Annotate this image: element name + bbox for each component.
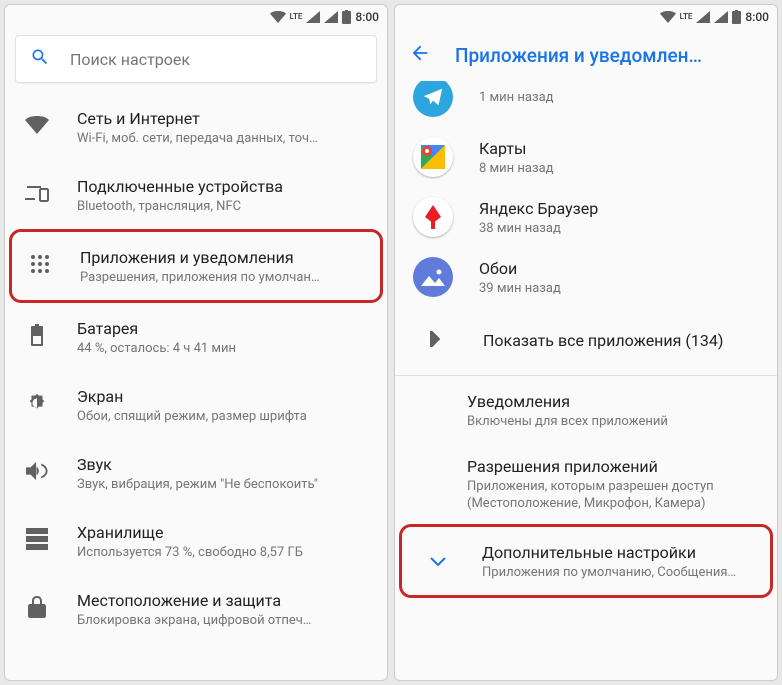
apps-icon — [30, 254, 50, 278]
lte-label: LTE — [680, 13, 693, 21]
show-all-apps[interactable]: Показать все приложения (134) — [395, 307, 777, 375]
search-icon — [30, 47, 50, 71]
app-row-wallpapers[interactable]: Обои 39 мин назад — [395, 247, 777, 307]
section-title: Уведомления — [467, 391, 763, 413]
settings-item-display[interactable]: Экран Обои, спящий режим, размер шрифта — [5, 371, 387, 439]
item-sub: Bluetooth, трансляция, NFC — [77, 198, 373, 215]
phone-left: LTE 8:00 Поиск настроек Сеть и Интернет … — [4, 4, 388, 681]
app-bar: Приложения и уведомлен… — [395, 29, 777, 81]
wifi-icon — [660, 11, 676, 23]
battery-icon — [31, 324, 43, 350]
section-permissions[interactable]: Разрешения приложений Приложения, которы… — [395, 444, 777, 524]
settings-item-security[interactable]: Местоположение и защита Блокировка экран… — [5, 575, 387, 643]
app-name: Яндекс Браузер — [479, 198, 763, 220]
settings-list: Сеть и Интернет Wi-Fi, моб. сети, переда… — [5, 93, 387, 680]
battery-icon — [732, 10, 741, 24]
section-notifications[interactable]: Уведомления Включены для всех приложений — [395, 376, 777, 444]
item-title: Экран — [77, 386, 373, 408]
highlight-box: Приложения и уведомления Разрешения, при… — [9, 229, 383, 303]
app-sub: 1 мин назад — [479, 89, 763, 106]
signal-icon — [324, 11, 338, 23]
app-row-maps[interactable]: Карты 8 мин назад — [395, 127, 777, 187]
maps-icon — [413, 137, 453, 177]
telegram-icon — [413, 81, 453, 117]
section-sub: Приложения, которым разрешен доступ (Мес… — [467, 478, 763, 512]
storage-icon — [26, 528, 48, 554]
apps-list: 1 мин назад Карты 8 мин назад Яндекс Бра… — [395, 81, 777, 680]
item-sub: Звук, вибрация, режим "Не беспокоить" — [77, 476, 373, 493]
item-title: Батарея — [77, 318, 373, 340]
signal-icon — [696, 11, 710, 23]
app-row-yandex[interactable]: Яндекс Браузер 38 мин назад — [395, 187, 777, 247]
section-advanced[interactable]: Дополнительные настройки Приложения по у… — [402, 527, 770, 595]
item-title: Местоположение и защита — [77, 590, 373, 612]
signal-icon — [714, 11, 728, 23]
lock-icon — [28, 596, 46, 622]
settings-item-storage[interactable]: Хранилище Используется 73 %, свободно 8,… — [5, 507, 387, 575]
highlight-box: Дополнительные настройки Приложения по у… — [399, 524, 773, 598]
settings-item-sound[interactable]: Звук Звук, вибрация, режим "Не беспокоит… — [5, 439, 387, 507]
item-sub: Используется 73 %, свободно 8,57 ГБ — [77, 544, 373, 561]
signal-icon — [306, 11, 320, 23]
section-sub: Включены для всех приложений — [467, 413, 763, 430]
wifi-icon — [270, 11, 286, 23]
app-row-telegram[interactable]: 1 мин назад — [395, 81, 777, 127]
settings-item-battery[interactable]: Батарея 44 %, осталось: 4 ч 41 мин — [5, 303, 387, 371]
volume-icon — [26, 461, 48, 485]
section-title: Дополнительные настройки — [482, 542, 756, 564]
app-name: Обои — [479, 258, 763, 280]
search-placeholder: Поиск настроек — [70, 50, 190, 69]
item-title: Подключенные устройства — [77, 176, 373, 198]
yandex-icon — [413, 197, 453, 237]
settings-item-network[interactable]: Сеть и Интернет Wi-Fi, моб. сети, переда… — [5, 93, 387, 161]
chevron-right-icon — [430, 331, 440, 351]
lte-label: LTE — [290, 13, 303, 21]
chevron-down-icon — [430, 552, 446, 571]
section-sub: Приложения по умолчанию, Сообщения… — [482, 564, 756, 581]
battery-icon — [342, 10, 351, 24]
item-title: Хранилище — [77, 522, 373, 544]
item-title: Сеть и Интернет — [77, 108, 373, 130]
show-all-label: Показать все приложения (134) — [483, 330, 763, 352]
item-sub: Разрешения, приложения по умолчан… — [80, 269, 366, 286]
settings-item-connected[interactable]: Подключенные устройства Bluetooth, транс… — [5, 161, 387, 229]
section-title: Разрешения приложений — [467, 456, 763, 478]
item-sub: 44 %, осталось: 4 ч 41 мин — [77, 340, 373, 357]
item-sub: Wi-Fi, моб. сети, передача данных, точ… — [77, 130, 373, 147]
brightness-icon — [26, 392, 48, 418]
item-title: Звук — [77, 454, 373, 476]
app-name: Карты — [479, 138, 763, 160]
app-sub: 38 мин назад — [479, 220, 763, 237]
app-sub: 39 мин назад — [479, 280, 763, 297]
status-bar: LTE 8:00 — [5, 5, 387, 29]
clock-label: 8:00 — [355, 10, 379, 24]
item-sub: Обои, спящий режим, размер шрифта — [77, 408, 373, 425]
item-sub: Блокировка экрана, цифровой отпеч… — [77, 612, 373, 629]
settings-item-apps[interactable]: Приложения и уведомления Разрешения, при… — [12, 232, 380, 300]
app-sub: 8 мин назад — [479, 160, 763, 177]
status-bar: LTE 8:00 — [395, 5, 777, 29]
phone-right: LTE 8:00 Приложения и уведомлен… 1 мин н… — [394, 4, 778, 681]
clock-label: 8:00 — [745, 10, 769, 24]
wallpapers-icon — [413, 257, 453, 297]
item-title: Приложения и уведомления — [80, 247, 366, 269]
devices-icon — [25, 184, 49, 206]
page-title: Приложения и уведомлен… — [455, 44, 702, 67]
search-bar[interactable]: Поиск настроек — [15, 35, 377, 83]
wifi-icon — [25, 115, 49, 139]
back-icon[interactable] — [409, 42, 431, 68]
